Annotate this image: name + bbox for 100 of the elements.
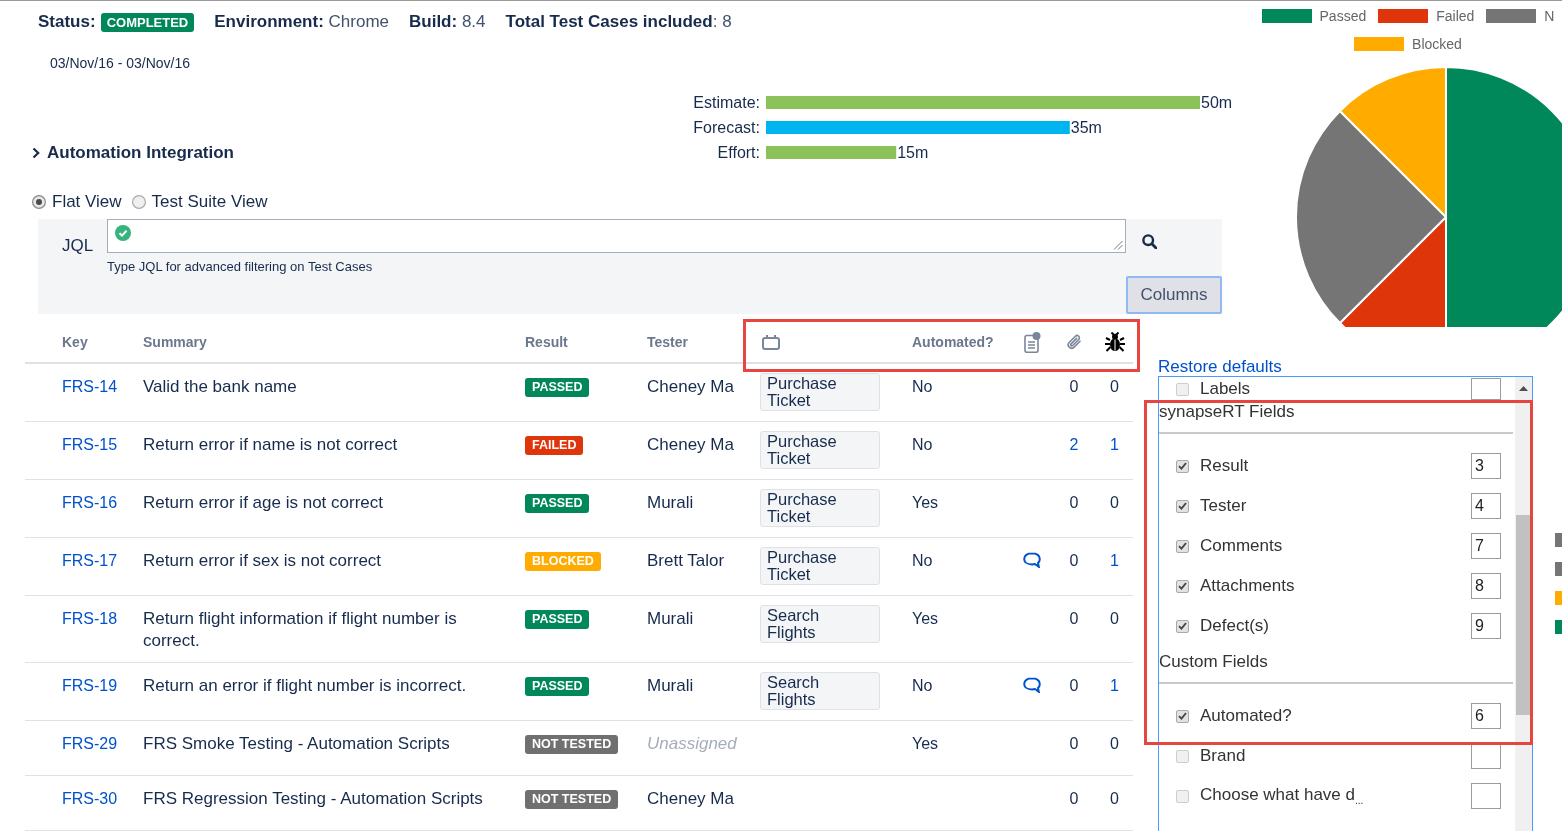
issue-key-link[interactable]: FRS-17 (62, 550, 118, 572)
caret-up-icon[interactable] (1519, 386, 1528, 391)
checkbox[interactable] (1176, 749, 1189, 763)
axis-label: Forecast: (693, 118, 760, 137)
radio-option[interactable]: Test Suite View (131, 192, 268, 212)
issue-key-link[interactable]: FRS-19 (62, 675, 118, 697)
result-badge: NOT TESTED (525, 790, 619, 809)
jql-field[interactable] (107, 219, 1126, 253)
field-label: Attachments (1200, 576, 1295, 596)
checkbox[interactable] (1176, 709, 1189, 723)
speech-bubble-icon[interactable] (1023, 677, 1041, 693)
field-label: Brand (1200, 746, 1246, 766)
tester-name: Murali (647, 492, 694, 514)
automated-value: Yes (912, 493, 939, 513)
attachment-count: 0 (1069, 734, 1079, 754)
section-toggle[interactable]: Automation Integration (32, 140, 234, 165)
order-field[interactable] (1471, 378, 1501, 400)
resize-grip-icon[interactable] (1113, 240, 1123, 250)
checkbox[interactable] (1176, 382, 1189, 396)
order-field[interactable] (1471, 783, 1501, 809)
checkbox[interactable] (1176, 459, 1189, 473)
summary-text: FRS Regression Testing - Automation Scripts (143, 788, 483, 810)
issue-key-link[interactable]: FRS-14 (62, 376, 118, 398)
component-tag: Purchase Ticket (760, 373, 880, 411)
component-tag: Purchase Ticket (760, 489, 880, 527)
result-badge: BLOCKED (525, 552, 601, 571)
order-field[interactable]: 6 (1471, 703, 1501, 729)
field-label: Result (1200, 456, 1249, 476)
attachment-count[interactable]: 2 (1069, 434, 1079, 456)
column-header[interactable]: Automated? (912, 334, 994, 350)
attachment-count: 0 (1069, 676, 1079, 696)
automated-value: No (912, 435, 933, 455)
defect-count: 0 (1110, 609, 1119, 629)
summary-text: Return flight information if flight number is correct. (143, 608, 458, 652)
date-range: 03/Nov/16 - 03/Nov/16 (50, 54, 191, 72)
order-field[interactable]: 4 (1471, 493, 1501, 519)
field-label: Comments (1200, 536, 1283, 556)
summary-text: Return error if name is not correct (143, 434, 398, 456)
checkbox[interactable] (1176, 499, 1189, 513)
issue-key-link[interactable]: FRS-30 (62, 788, 118, 810)
automated-value: No (912, 551, 933, 571)
automated-value: Yes (912, 609, 939, 629)
defect-count[interactable]: 1 (1110, 434, 1119, 456)
defect-count: 0 (1110, 734, 1119, 754)
summary-text: Valid the bank name (143, 376, 297, 398)
column-header[interactable]: Tester (647, 334, 688, 350)
order-field[interactable]: 9 (1471, 613, 1501, 639)
checkbox[interactable] (1176, 789, 1189, 803)
defect-count[interactable]: 1 (1110, 675, 1119, 697)
attachment-count: 0 (1069, 493, 1079, 513)
automated-value: No (912, 676, 933, 696)
scrollbar[interactable] (1515, 377, 1532, 831)
value-label: 50m (1201, 94, 1233, 111)
checkbox[interactable] (1176, 579, 1189, 593)
tester-name: Cheney Ma (647, 434, 734, 456)
result-badge: PASSED (525, 677, 590, 696)
attachment-count: 0 (1069, 551, 1079, 571)
value-label: 35m (1070, 119, 1102, 136)
column-header[interactable]: Key (62, 334, 88, 350)
speech-bubble-icon[interactable] (1023, 552, 1041, 568)
search-icon[interactable] (1142, 234, 1157, 249)
summary-detail: Environment: Chrome (214, 12, 389, 32)
summary-text: Return error if age is not correct (143, 492, 383, 514)
result-badge: PASSED (525, 610, 590, 629)
defect-count[interactable]: 1 (1110, 550, 1119, 572)
restore-defaults-link[interactable]: Restore defaults (1158, 357, 1282, 376)
column-header[interactable]: Result (525, 334, 568, 350)
checkbox[interactable] (1176, 539, 1189, 553)
notes-icon (1023, 331, 1041, 353)
order-field[interactable]: 8 (1471, 573, 1501, 599)
issue-key-link[interactable]: FRS-16 (62, 492, 118, 514)
section-heading: synapseRT Fields (1159, 402, 1513, 434)
component-tag: Search Flights (760, 672, 880, 710)
columns-button[interactable]: Columns (1126, 276, 1222, 314)
checkbox[interactable] (1176, 619, 1189, 633)
status-label: Status: (38, 12, 96, 32)
issue-key-link[interactable]: FRS-29 (62, 733, 118, 755)
section-heading: Custom Fields (1159, 652, 1513, 684)
summary-detail: Build: 8.4 (409, 12, 486, 32)
issue-key-link[interactable]: FRS-18 (62, 608, 118, 630)
axis-label: Effort: (717, 143, 760, 162)
component-tag: Purchase Ticket (760, 431, 880, 469)
legend-label: Failed (1436, 8, 1475, 24)
order-field[interactable]: 3 (1471, 453, 1501, 479)
calendar-icon (762, 334, 780, 350)
automated-value: No (912, 377, 933, 397)
tester-name: Murali (647, 608, 694, 630)
summary-detail: Total Test Cases included: 8 (505, 12, 732, 32)
order-field[interactable] (1471, 743, 1501, 769)
result-badge: PASSED (525, 378, 590, 397)
attachment-count: 0 (1069, 609, 1079, 629)
defect-count: 0 (1110, 377, 1119, 397)
tester-name: Brett Talor (647, 550, 725, 572)
order-field[interactable]: 7 (1471, 533, 1501, 559)
issue-key-link[interactable]: FRS-15 (62, 434, 118, 456)
field-label: Automated? (1200, 706, 1292, 726)
paperclip-icon (1066, 334, 1082, 350)
result-badge: NOT TESTED (525, 735, 619, 754)
column-header[interactable]: Summary (143, 334, 207, 350)
radio-option[interactable]: Flat View (32, 192, 122, 212)
